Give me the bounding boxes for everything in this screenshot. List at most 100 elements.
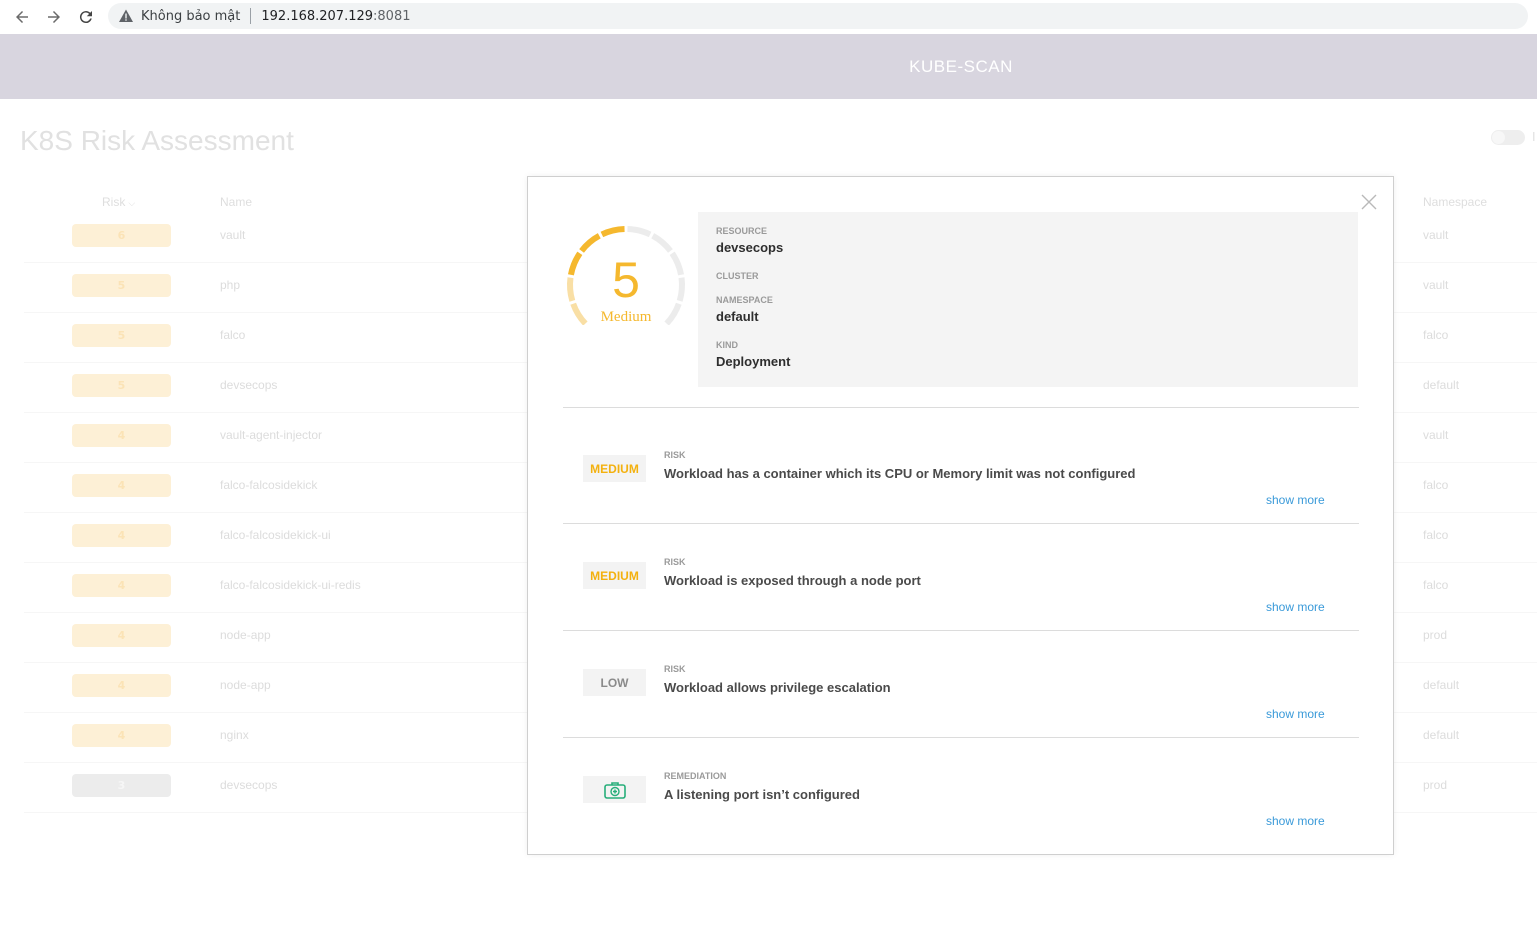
sort-chevron-icon: ⌵ (128, 198, 136, 208)
risk-score-badge: 5 (72, 324, 171, 347)
item-type-label: RISK (664, 557, 686, 567)
address-separator (250, 8, 252, 24)
namespace-value: default (716, 309, 759, 324)
item-title: Workload is exposed through a node port (664, 573, 921, 588)
show-more-link[interactable]: show more (1266, 600, 1325, 614)
back-button[interactable] (6, 0, 38, 34)
toggle-label: I (1532, 130, 1536, 144)
risk-score-badge: 4 (72, 574, 171, 597)
gauge-segment (579, 233, 601, 253)
item-title: A listening port isn’t configured (664, 787, 860, 802)
show-more-link[interactable]: show more (1266, 493, 1325, 507)
risk-score-badge: 4 (72, 524, 171, 547)
risk-score-badge: 3 (72, 774, 171, 797)
kind-label: KIND (716, 340, 738, 350)
risk-item: MEDIUM RISK Workload is exposed through … (563, 535, 1359, 635)
column-header-namespace[interactable]: Namespace (1423, 195, 1487, 209)
column-header-name[interactable]: Name (220, 195, 252, 209)
app-header: KUBE-SCAN (0, 34, 1537, 99)
gauge-segment (651, 233, 673, 253)
risk-item: MEDIUM RISK Workload has a container whi… (563, 428, 1359, 528)
show-more-link[interactable]: show more (1266, 814, 1325, 828)
reload-icon (79, 11, 92, 24)
url-port: :8081 (373, 8, 411, 24)
workload-namespace: falco (1423, 328, 1449, 342)
column-header-risk-label: Risk (102, 195, 126, 209)
workload-name: falco (220, 328, 246, 342)
page-title: K8S Risk Assessment (20, 125, 294, 156)
item-type-label: REMEDIATION (664, 771, 727, 781)
gauge-segment (627, 226, 652, 238)
forward-button[interactable] (38, 0, 70, 34)
workload-name: vault (220, 228, 246, 242)
remediation-badge (583, 776, 646, 803)
risk-score-badge: 4 (72, 474, 171, 497)
risk-score-badge: 5 (72, 274, 171, 297)
risk-score-badge: 5 (72, 374, 171, 397)
namespace-label: NAMESPACE (716, 295, 773, 305)
item-title: Workload allows privilege escalation (664, 680, 891, 695)
risk-item: LOW RISK Workload allows privilege escal… (563, 642, 1359, 742)
risk-detail-modal: 5 Medium RESOURCE devsecops CLUSTER NAME… (527, 176, 1394, 855)
arrow-right-icon (48, 11, 60, 23)
workload-name: node-app (220, 628, 271, 642)
reload-button[interactable] (70, 0, 102, 34)
workload-namespace: vault (1423, 278, 1449, 292)
gauge-segment (600, 226, 625, 238)
risk-score-gauge: 5 Medium (562, 221, 690, 325)
view-toggle[interactable] (1491, 130, 1525, 145)
resource-metadata: RESOURCE devsecops CLUSTER NAMESPACE def… (698, 212, 1358, 387)
risk-score-badge: 6 (72, 224, 171, 247)
workload-namespace: vault (1423, 428, 1449, 442)
security-label[interactable]: Không bảo mật (141, 9, 240, 24)
workload-name: nginx (220, 728, 249, 742)
workload-namespace: falco (1423, 528, 1449, 542)
arrow-left-icon (16, 11, 28, 23)
close-icon (1361, 194, 1377, 210)
workload-name: devsecops (220, 378, 278, 392)
divider (563, 630, 1359, 631)
workload-namespace: prod (1423, 628, 1448, 642)
workload-namespace: default (1423, 378, 1460, 392)
severity-badge: LOW (583, 669, 646, 696)
workload-name: node-app (220, 678, 271, 692)
workload-namespace: falco (1423, 478, 1449, 492)
item-type-label: RISK (664, 664, 686, 674)
column-header-risk[interactable]: Risk ⌵ (102, 195, 135, 209)
risk-score-badge: 4 (72, 724, 171, 747)
workload-name: falco-falcosidekick-ui (220, 528, 331, 542)
workload-name: falco-falcosidekick-ui-redis (220, 578, 361, 592)
item-title: Workload has a container which its CPU o… (664, 466, 1136, 481)
close-button[interactable] (1360, 193, 1378, 211)
cluster-label: CLUSTER (716, 271, 759, 281)
workload-name: php (220, 278, 241, 292)
workload-namespace: default (1423, 728, 1460, 742)
severity-badge: MEDIUM (583, 455, 646, 482)
risk-score-badge: 4 (72, 424, 171, 447)
show-more-link[interactable]: show more (1266, 707, 1325, 721)
severity-badge: MEDIUM (583, 562, 646, 589)
risk-level: Medium (600, 309, 652, 325)
remediation-item: REMEDIATION A listening port isn’t confi… (563, 749, 1359, 849)
risk-score: 5 (612, 252, 640, 308)
app-title: KUBE-SCAN (909, 56, 1013, 76)
risk-score-badge: 4 (72, 624, 171, 647)
resource-label: RESOURCE (716, 226, 768, 236)
workload-namespace: prod (1423, 778, 1448, 792)
divider (563, 737, 1359, 738)
address-bar[interactable]: Không bảo mật 192.168.207.129:8081 (108, 3, 1528, 29)
first-aid-kit-icon (603, 781, 626, 799)
divider (563, 407, 1359, 408)
workload-name: vault-agent-injector (220, 428, 323, 442)
workload-namespace: default (1423, 678, 1460, 692)
browser-toolbar: Không bảo mật 192.168.207.129:8081 (0, 0, 1537, 34)
warning-icon (118, 8, 134, 24)
workload-namespace: falco (1423, 578, 1449, 592)
kind-value: Deployment (716, 354, 791, 369)
workload-name: devsecops (220, 778, 278, 792)
url-host: 192.168.207.129 (261, 8, 374, 24)
risk-score-badge: 4 (72, 674, 171, 697)
resource-value: devsecops (716, 240, 784, 255)
workload-namespace: vault (1423, 228, 1449, 242)
item-type-label: RISK (664, 450, 686, 460)
